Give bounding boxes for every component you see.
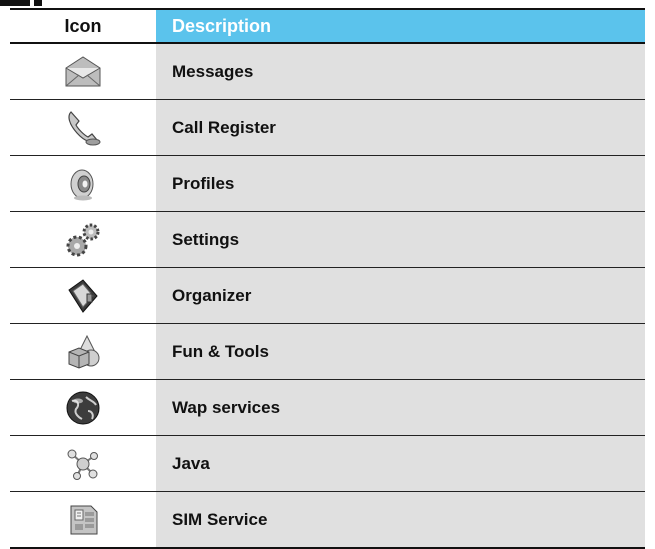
envelope-icon	[63, 55, 103, 86]
list-item-label: Java	[156, 435, 645, 492]
top-edge-mark	[0, 0, 30, 6]
table-row: Java	[10, 435, 645, 492]
java-molecule-icon	[63, 449, 103, 480]
top-edge-mark	[34, 0, 42, 6]
phone-handset-icon	[63, 110, 103, 145]
list-item-label: SIM Service	[156, 491, 645, 549]
list-item-label: Organizer	[156, 267, 645, 324]
speaker-icon	[65, 169, 101, 200]
list-item-label: Profiles	[156, 155, 645, 212]
list-item-label: Messages	[156, 43, 645, 100]
list-item-label: Fun & Tools	[156, 323, 645, 380]
table-row: Profiles	[10, 155, 645, 212]
table-row: Messages	[10, 43, 645, 100]
gears-icon	[63, 223, 103, 256]
description-column-header: Description	[156, 8, 645, 44]
list-item-label: Wap services	[156, 379, 645, 436]
globe-icon	[64, 391, 102, 424]
table-row: Call Register	[10, 99, 645, 156]
table-row: Organizer	[10, 267, 645, 324]
table-row: SIM Service	[10, 491, 645, 549]
table-row: Wap services	[10, 379, 645, 436]
table-row: Settings	[10, 211, 645, 268]
menu-icon-table: Icon Description Messages Call Register …	[10, 8, 645, 549]
shapes-icon	[63, 334, 103, 369]
organizer-book-icon	[63, 278, 103, 313]
table-header-row: Icon Description	[10, 8, 645, 44]
sim-card-icon	[63, 505, 103, 534]
icon-column-header: Icon	[10, 8, 156, 44]
list-item-label: Call Register	[156, 99, 645, 156]
list-item-label: Settings	[156, 211, 645, 268]
table-row: Fun & Tools	[10, 323, 645, 380]
